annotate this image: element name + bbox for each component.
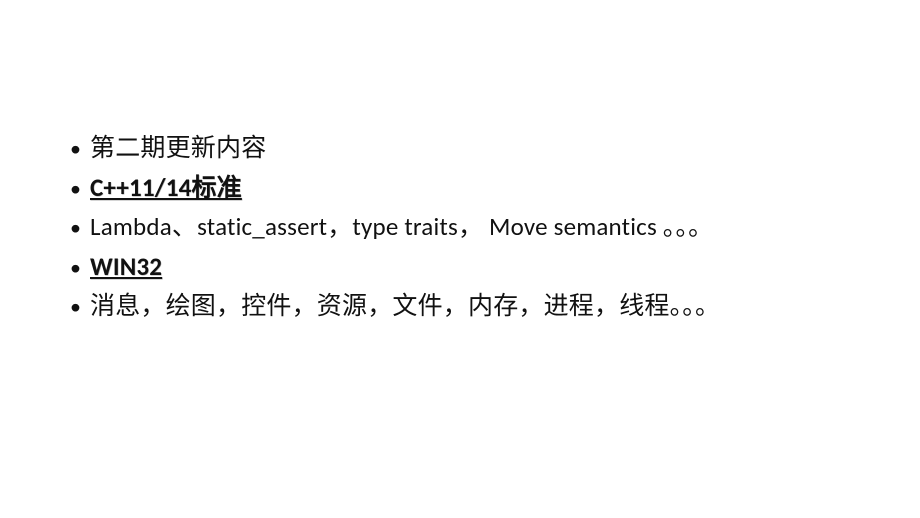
bullet-text: Lambda、static_assert，type traits， Move s… xyxy=(90,211,713,242)
list-item: C++11/14标准 xyxy=(70,168,920,208)
slide: 第二期更新内容 C++11/14标准 Lambda、static_assert，… xyxy=(0,0,920,518)
bullet-list: 第二期更新内容 C++11/14标准 Lambda、static_assert，… xyxy=(70,128,920,326)
bullet-text: 消息，绘图，控件，资源，文件，内存，进程，线程。。。 xyxy=(90,290,720,321)
list-item: 第二期更新内容 xyxy=(70,128,920,168)
list-item: WIN32 xyxy=(70,247,920,287)
list-item: 消息，绘图，控件，资源，文件，内存，进程，线程。。。 xyxy=(70,286,920,326)
bullet-text: C++11/14标准 xyxy=(90,172,242,203)
bullet-text: 第二期更新内容 xyxy=(90,132,266,163)
list-item: Lambda、static_assert，type traits， Move s… xyxy=(70,207,920,247)
bullet-text: WIN32 xyxy=(90,251,162,282)
